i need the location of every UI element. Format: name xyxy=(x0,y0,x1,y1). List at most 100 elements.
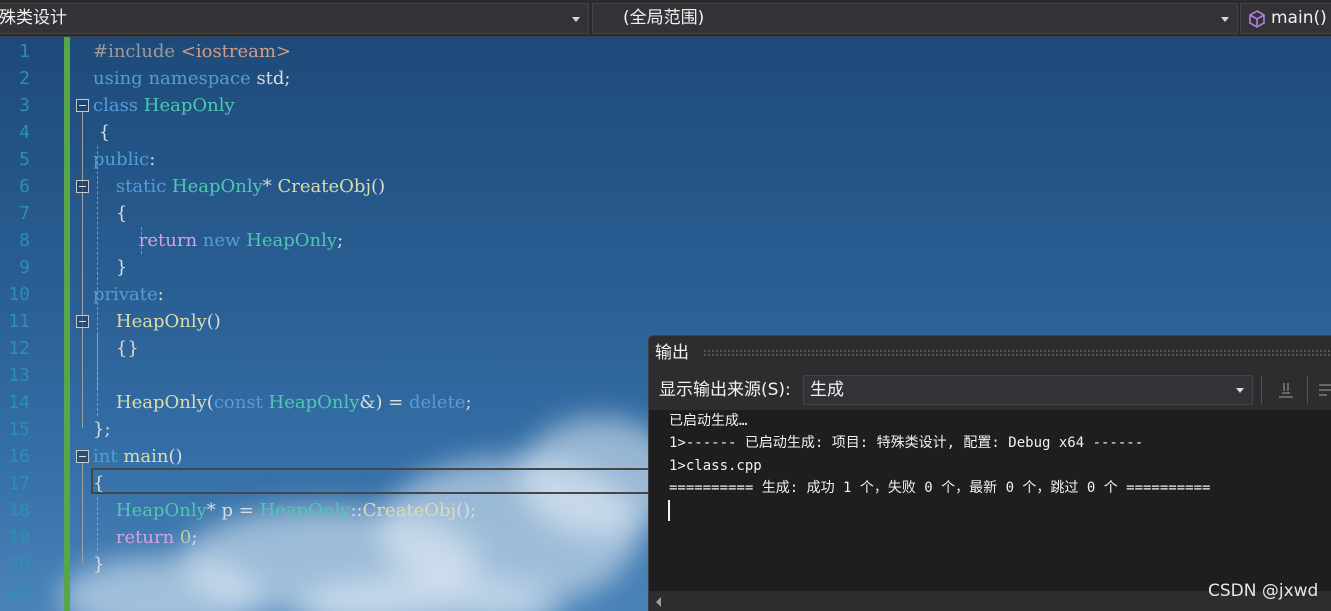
line-number: 5 xyxy=(19,149,30,170)
code-token: HeapOnly xyxy=(143,95,235,116)
code-token: {} xyxy=(93,338,139,359)
code-token: CreateObj xyxy=(362,500,457,521)
code-token: HeapOnly xyxy=(171,176,263,197)
output-line: 1>------ 已启动生成: 项目: 特殊类设计, 配置: Debug x64… xyxy=(669,435,1144,451)
scroll-left-icon[interactable] xyxy=(656,597,661,607)
code-line: HeapOnly() xyxy=(93,308,221,335)
line-number: 9 xyxy=(19,257,30,278)
code-token: }; xyxy=(93,419,111,440)
code-token: return xyxy=(138,230,198,251)
drag-grip-icon[interactable] xyxy=(703,349,1331,357)
code-token: : xyxy=(157,284,164,305)
code-line: int main() xyxy=(93,443,183,470)
code-token: &) = xyxy=(359,392,409,413)
code-token: ; xyxy=(465,392,472,413)
change-tracking-bar xyxy=(64,37,70,611)
line-number: 12 xyxy=(8,338,30,359)
scope-dropdown[interactable]: (全局范围) xyxy=(592,3,1238,34)
fold-line xyxy=(82,328,83,347)
code-token: ; xyxy=(337,230,344,251)
code-token: HeapOnly xyxy=(115,311,207,332)
output-source-label: 显示输出来源(S): xyxy=(659,380,791,400)
output-window: 输出 显示输出来源(S): 生成 已启动生成… 1>------ 已启动生成: … xyxy=(648,335,1331,611)
code-token: ; xyxy=(191,527,198,548)
code-token: = xyxy=(233,500,260,521)
code-token: #include xyxy=(93,41,181,62)
scope-dropdown-value: (全局范围) xyxy=(623,8,705,28)
line-number: 16 xyxy=(8,446,30,467)
code-line: private: xyxy=(93,281,164,308)
code-token: HeapOnly xyxy=(115,392,207,413)
text-caret xyxy=(668,500,670,521)
code-token: private xyxy=(93,284,158,305)
word-wrap-icon[interactable] xyxy=(1315,377,1331,403)
code-token: HeapOnly xyxy=(115,500,207,521)
code-token: 0 xyxy=(179,527,192,548)
line-number: 2 xyxy=(19,68,30,89)
member-dropdown[interactable]: main() xyxy=(1240,3,1331,34)
code-token: new xyxy=(202,230,241,251)
line-number: 17 xyxy=(8,473,30,494)
code-token: using xyxy=(93,68,143,89)
code-token: delete xyxy=(409,392,466,413)
chevron-down-icon xyxy=(1221,17,1229,22)
output-source-select[interactable]: 生成 xyxy=(803,375,1253,405)
code-token: * xyxy=(262,176,278,197)
member-dropdown-value: main() xyxy=(1271,8,1327,28)
code-line: using namespace std; xyxy=(93,65,291,92)
code-token: } xyxy=(93,554,105,575)
code-line: return new HeapOnly; xyxy=(93,227,343,254)
code-token: (); xyxy=(456,500,477,521)
toolbar-separator xyxy=(1261,376,1262,404)
line-number: 18 xyxy=(8,500,30,521)
collapse-icon[interactable] xyxy=(76,315,89,328)
code-token: { xyxy=(93,203,128,224)
code-token: () xyxy=(371,176,386,197)
project-dropdown[interactable]: 殊类设计 xyxy=(0,3,589,34)
code-token: main xyxy=(123,446,169,467)
code-token: () xyxy=(206,311,221,332)
code-token: static xyxy=(115,176,167,197)
collapse-icon[interactable] xyxy=(76,450,89,463)
code-token: { xyxy=(93,122,111,143)
code-token: p xyxy=(221,500,234,521)
code-line: { xyxy=(93,119,110,146)
output-line: 1>class.cpp xyxy=(669,458,762,474)
code-line: } xyxy=(93,254,127,281)
code-line: HeapOnly* p = HeapOnly::CreateObj(); xyxy=(93,497,476,524)
line-number: 10 xyxy=(8,284,30,305)
collapse-icon[interactable] xyxy=(76,99,89,112)
current-line-highlight xyxy=(91,468,651,494)
output-title-bar[interactable]: 输出 xyxy=(649,336,1331,370)
code-line: {} xyxy=(93,335,139,362)
line-number: 4 xyxy=(19,122,30,143)
line-number: 14 xyxy=(8,392,30,413)
output-text-area[interactable]: 已启动生成… 1>------ 已启动生成: 项目: 特殊类设计, 配置: De… xyxy=(649,410,1331,598)
code-token: : xyxy=(149,149,156,170)
code-token: * xyxy=(206,500,222,521)
code-token: const xyxy=(213,392,263,413)
fold-line xyxy=(82,193,83,266)
chevron-down-icon xyxy=(1236,388,1244,393)
code-token: std; xyxy=(250,68,291,89)
collapse-icon[interactable] xyxy=(76,180,89,193)
code-token: HeapOnly xyxy=(246,230,338,251)
code-token: class xyxy=(93,95,139,116)
line-number: 7 xyxy=(19,203,30,224)
line-number: 21 xyxy=(8,581,30,602)
line-number: 20 xyxy=(8,554,30,575)
line-number: 3 xyxy=(19,95,30,116)
chevron-down-icon xyxy=(572,17,580,22)
code-line: static HeapOnly* CreateObj() xyxy=(93,173,385,200)
clear-all-icon[interactable] xyxy=(1273,377,1299,403)
code-token: :: xyxy=(350,500,363,521)
code-line: { xyxy=(93,200,127,227)
code-line: class HeapOnly xyxy=(93,92,235,119)
line-number-gutter: 1 2 3 4 5 6 7 8 9 10 11 12 13 14 15 16 17 18 19 20 21 xyxy=(0,37,64,611)
watermark: CSDN @jxwd xyxy=(1208,581,1319,601)
code-token: namespace xyxy=(148,68,251,89)
output-toolbar: 显示输出来源(S): 生成 xyxy=(649,370,1331,410)
